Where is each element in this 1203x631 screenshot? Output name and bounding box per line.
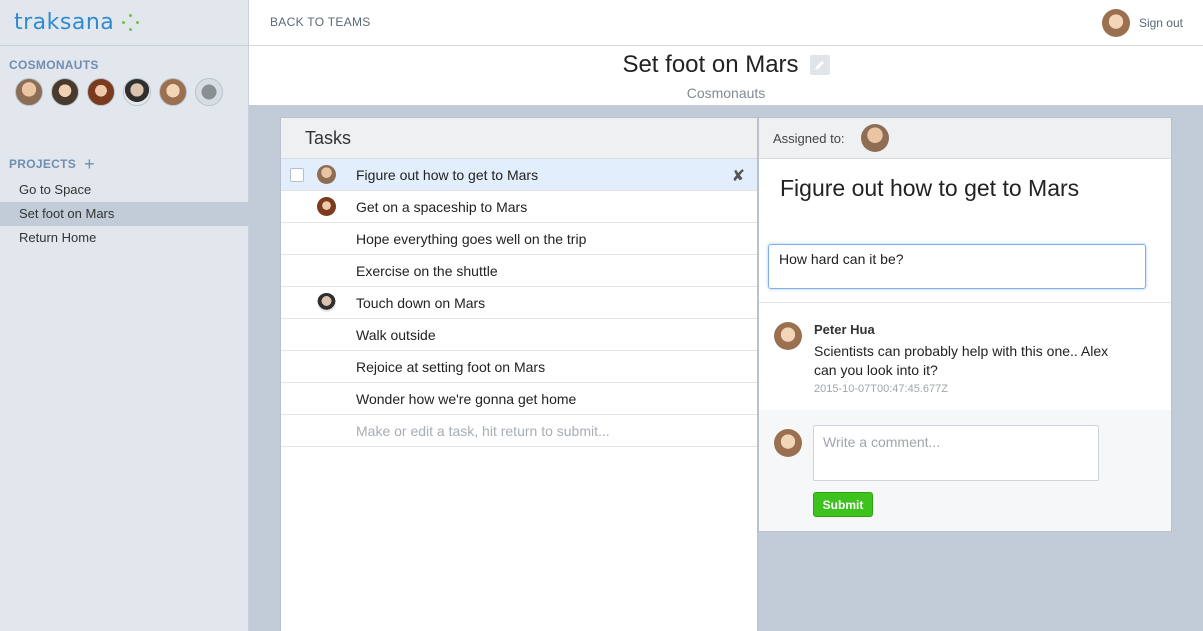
task-checkbox[interactable] [290,168,304,182]
projects-header: PROJECTS + [9,155,95,173]
task-row[interactable]: Figure out how to get to Mars ✘ [281,159,757,191]
task-note-input[interactable]: How hard can it be? [768,244,1146,289]
project-item-active[interactable]: Set foot on Mars [0,202,249,226]
member-avatar[interactable] [195,78,223,106]
member-avatar[interactable] [15,78,43,106]
comment-author-avatar [774,322,802,350]
comment-text: Scientists can probably help with this o… [814,343,1109,378]
user-menu: Sign out [1101,9,1183,37]
comment-body: Peter Hua Scientists can probably help w… [814,322,1124,395]
task-row[interactable]: Rejoice at setting foot on Mars [281,351,757,383]
task-assignee-avatar [317,165,336,184]
current-user-avatar[interactable] [1101,9,1130,37]
project-title: Set foot on Mars [622,51,799,78]
app-name: traksana [14,10,115,35]
task-row[interactable]: Exercise on the shuttle [281,255,757,287]
assigned-label: Assigned to: [773,130,845,146]
task-row[interactable]: Hope everything goes well on the trip [281,223,757,255]
sidebar: traksana COSMONAUTS PROJECTS + Go to Spa… [0,0,249,631]
task-label: Wonder how we're gonna get home [356,391,577,407]
app-logo[interactable]: traksana [14,10,140,35]
task-label: Rejoice at setting foot on Mars [356,359,546,375]
project-item[interactable]: Return Home [0,226,249,250]
task-label: Walk outside [356,327,436,343]
task-row[interactable]: Wonder how we're gonna get home [281,383,757,415]
new-comment-area: Submit [759,410,1171,531]
project-team-name: Cosmonauts [686,85,766,101]
comment-timestamp: 2015-10-07T00:47:45.677Z [814,383,948,395]
member-avatar[interactable] [159,78,187,106]
back-to-teams-link[interactable]: BACK TO TEAMS [270,15,371,29]
task-assignee-avatar [317,293,336,312]
comment-author: Peter Hua [814,322,875,337]
tasks-heading: Tasks [281,118,757,159]
top-bar: BACK TO TEAMS Sign out [249,0,1203,46]
assigned-bar: Assigned to: [759,118,1171,159]
project-header: Set foot on Mars Cosmonauts [249,47,1203,105]
projects-title: PROJECTS [9,157,77,171]
task-detail-title: Figure out how to get to Mars [780,175,1080,201]
task-label: Exercise on the shuttle [356,263,498,279]
project-list: Go to Space Set foot on Mars Return Home [0,178,249,250]
sign-out-link[interactable]: Sign out [1139,16,1183,30]
new-task-input[interactable]: Make or edit a task, hit return to submi… [356,423,610,439]
task-label: Figure out how to get to Mars [356,167,539,183]
sidebar-divider [0,45,248,46]
comment-input[interactable] [813,425,1099,481]
tasks-panel: Tasks Figure out how to get to Mars ✘ Ge… [280,117,758,631]
delete-x-icon[interactable]: ✘ [732,166,745,186]
task-detail-panel: Assigned to: Figure out how to get to Ma… [758,117,1172,532]
submit-comment-button[interactable]: Submit [813,492,873,517]
assignee-avatar[interactable] [860,124,889,152]
task-row[interactable]: Walk outside [281,319,757,351]
pencil-icon[interactable] [809,55,830,75]
project-item[interactable]: Go to Space [0,178,249,202]
task-assignee-avatar [317,197,336,216]
logo-dots-icon [122,13,140,32]
member-avatar[interactable] [87,78,115,106]
new-task-row[interactable]: Make or edit a task, hit return to submi… [281,415,757,447]
add-project-plus-icon[interactable]: + [84,155,95,173]
current-user-avatar [774,429,802,457]
member-avatar[interactable] [123,78,151,106]
task-label: Hope everything goes well on the trip [356,231,587,247]
comment: Peter Hua Scientists can probably help w… [774,322,1156,395]
member-avatar[interactable] [51,78,79,106]
task-label: Touch down on Mars [356,295,486,311]
task-row[interactable]: Get on a spaceship to Mars [281,191,757,223]
task-row[interactable]: Touch down on Mars [281,287,757,319]
task-label: Get on a spaceship to Mars [356,199,528,215]
team-title: COSMONAUTS [9,58,99,72]
detail-divider [759,302,1171,303]
team-members [15,78,235,114]
